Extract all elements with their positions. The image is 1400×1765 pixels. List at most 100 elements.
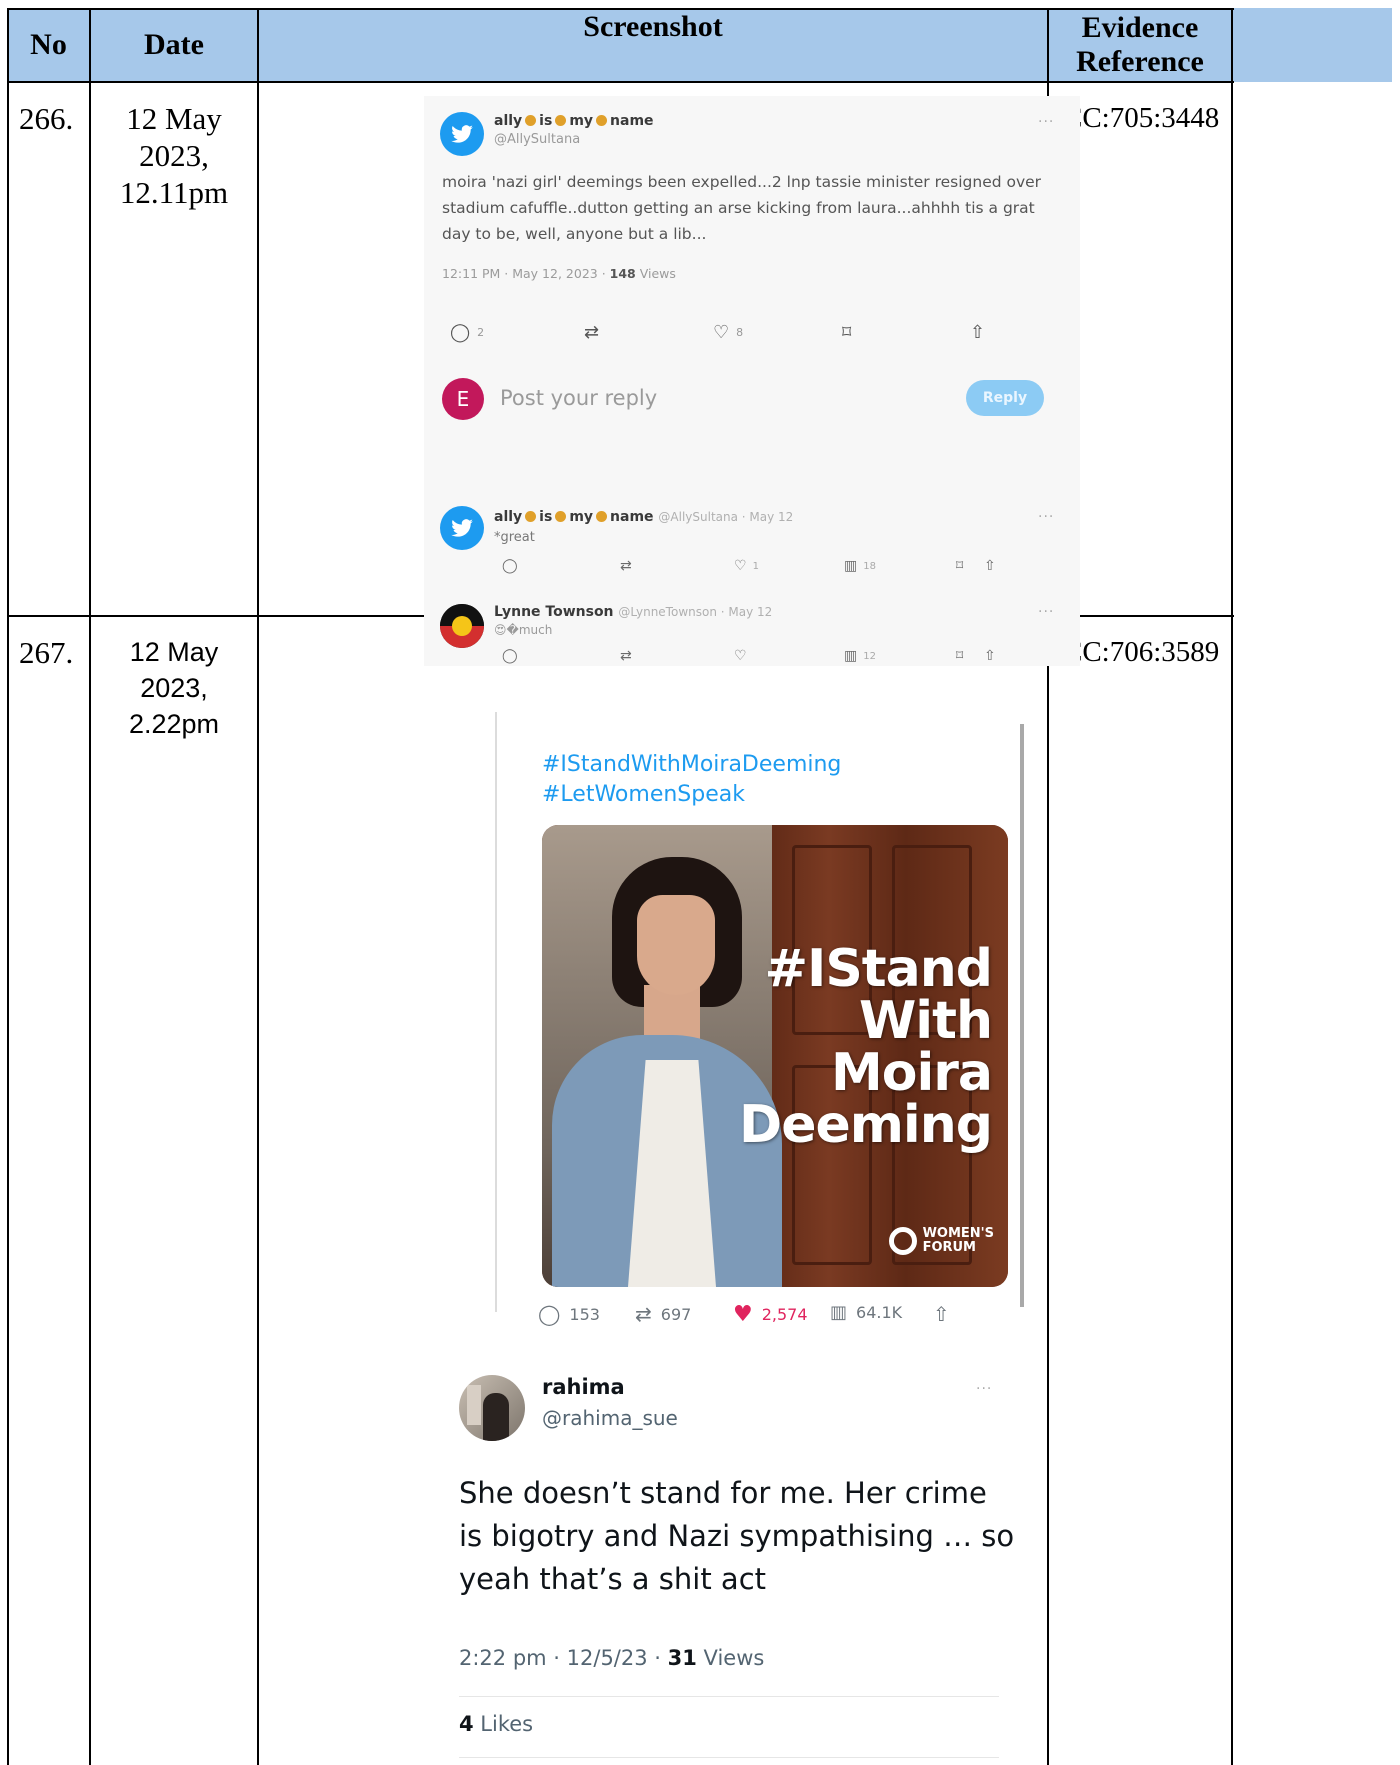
avatar[interactable] — [459, 1375, 525, 1441]
twitter-bird-avatar — [440, 112, 484, 156]
header-evidence-reference: Evidence Reference — [1076, 11, 1204, 78]
share-action[interactable]: ⇧ — [970, 322, 985, 343]
bookmark-action[interactable]: ⌑ — [842, 322, 851, 343]
bookmark-action[interactable]: ⌑ — [956, 558, 963, 574]
heart-icon: ♡ — [734, 648, 747, 664]
bird-icon — [451, 519, 473, 537]
retweet-icon: ⇄ — [635, 1302, 652, 1326]
views-action[interactable]: ▥ 12 — [844, 648, 876, 664]
reply-action[interactable]: ◯ 153 — [538, 1302, 600, 1326]
reply-likes[interactable]: 4 Likes — [459, 1712, 533, 1736]
views-icon: ▥ — [844, 648, 858, 664]
retweet-icon: ⇄ — [620, 558, 632, 574]
retweet-action[interactable]: ⇄ — [620, 558, 632, 574]
share-action[interactable]: ⇧ — [933, 1302, 950, 1326]
table-header-divider — [7, 81, 1234, 83]
reply-author-name[interactable]: Lynne Townson @LynneTownson · May 12 — [494, 604, 772, 620]
tweet-text: moira 'nazi girl' deemings been expelled… — [442, 173, 1042, 243]
views-action[interactable]: ▥ 18 — [844, 558, 876, 574]
header-date: Date — [144, 28, 204, 61]
reply-meta: 2:22 pm · 12/5/23 · 31 Views — [459, 1646, 765, 1670]
sun-emoji — [555, 511, 567, 522]
more-icon[interactable]: ··· — [1038, 509, 1054, 525]
reply-action[interactable]: ◯ — [502, 648, 518, 664]
bookmark-icon: ⌑ — [956, 648, 964, 664]
heart-icon: ♡ — [734, 558, 747, 574]
row-number: 267. — [19, 635, 74, 670]
divider — [459, 1757, 999, 1758]
author-handle[interactable]: @AllySultana — [494, 132, 580, 147]
logo-ring-icon — [888, 1227, 917, 1255]
bookmark-icon: ⌑ — [842, 322, 852, 343]
retweet-action[interactable]: ⇄ — [584, 322, 599, 343]
reply-icon: ◯ — [538, 1302, 561, 1326]
share-action[interactable]: ⇧ — [984, 648, 996, 664]
table-col-divider — [89, 8, 91, 1765]
tweet-screenshot: #IStandWithMoiraDeeming #LetWomenSpeak #… — [459, 712, 1039, 1765]
like-action[interactable]: ♡ — [734, 648, 747, 664]
reply-author-name[interactable]: ally is my name @AllySultana · May 12 — [494, 509, 793, 525]
heart-icon: ♡ — [713, 322, 730, 343]
reply-action[interactable]: ◯ 2 — [450, 322, 484, 343]
sun-emoji — [555, 115, 567, 126]
sun-emoji — [525, 511, 537, 522]
reply-button[interactable]: Reply — [966, 380, 1044, 416]
thread-line — [495, 712, 497, 1312]
share-icon: ⇧ — [933, 1302, 950, 1326]
more-icon[interactable]: ··· — [1038, 604, 1054, 620]
sun-emoji — [525, 115, 537, 126]
heart-icon: ♥ — [733, 1302, 753, 1327]
reply-text: *great — [494, 530, 535, 545]
reply-text: She doesn’t stand for me. Her crime is b… — [459, 1476, 1015, 1596]
retweet-icon: ⇄ — [584, 322, 600, 343]
retweet-action[interactable]: ⇄ 697 — [635, 1302, 691, 1326]
sun-emoji — [596, 511, 608, 522]
hashtag-link[interactable]: #LetWomenSpeak — [542, 782, 745, 807]
more-icon[interactable]: ··· — [976, 1381, 992, 1397]
retweet-action[interactable]: ⇄ — [620, 648, 632, 664]
scrollbar[interactable] — [1020, 724, 1024, 1307]
tweet-image[interactable]: #IStand With Moira Deeming WOMEN'S FORUM — [542, 825, 1008, 1287]
share-icon: ⇧ — [970, 322, 986, 343]
like-action[interactable]: ♡ 1 — [734, 558, 759, 574]
author-name[interactable]: ally is my name — [494, 113, 654, 129]
views-icon: ▥ — [844, 558, 858, 574]
share-action[interactable]: ⇧ — [984, 558, 996, 574]
share-icon: ⇧ — [984, 558, 996, 574]
table-col-divider — [257, 8, 259, 1765]
bird-icon — [451, 125, 473, 143]
reply-text: 😍�much — [494, 623, 553, 637]
like-action[interactable]: ♥ 2,574 — [733, 1302, 808, 1327]
reply-author-name[interactable]: rahima — [542, 1375, 625, 1399]
row-number: 266. — [19, 101, 74, 136]
hashtag-link[interactable]: #IStandWithMoiraDeeming — [542, 752, 841, 777]
reply-author-handle[interactable]: @rahima_sue — [542, 1406, 678, 1430]
tweet-stats: ◯ 153 ⇄ 697 ♥ 2,574 ▥ 64.1K ⇧ — [538, 1302, 1013, 1332]
table-border-top — [7, 8, 1234, 10]
reply-icon: ◯ — [502, 648, 518, 664]
row-date: 12 May 2023, 2.22pm — [128, 637, 220, 739]
reply-input[interactable]: Post your reply — [500, 386, 657, 410]
tweet-screenshot: ally is my name @AllySultana ··· moira 'naz… — [424, 96, 1080, 666]
retweet-icon: ⇄ — [620, 648, 632, 664]
divider — [459, 1696, 999, 1697]
views-icon: ▥ — [830, 1302, 848, 1323]
avatar — [440, 604, 484, 648]
share-icon: ⇧ — [984, 648, 996, 664]
sun-emoji — [596, 115, 608, 126]
womens-forum-logo: WOMEN'S FORUM — [888, 1227, 994, 1255]
reply-icon: ◯ — [450, 322, 471, 343]
evidence-reference: CC:706:3589 — [1063, 636, 1220, 668]
header-no: No — [30, 28, 67, 61]
bookmark-action[interactable]: ⌑ — [956, 648, 963, 664]
row-date: 12 May 2023, 12.11pm — [119, 101, 229, 210]
evidence-reference: CC:705:3448 — [1063, 102, 1220, 134]
reply-action[interactable]: ◯ — [502, 558, 518, 574]
table-border-right — [1231, 8, 1233, 1765]
more-icon[interactable]: ··· — [1038, 114, 1054, 130]
views-action[interactable]: ▥ 64.1K — [830, 1302, 902, 1323]
tweet-meta: 12:11 PM · May 12, 2023 · 148 Views — [442, 266, 676, 281]
bookmark-icon: ⌑ — [956, 558, 964, 574]
poster-title: #IStand With Moira Deeming — [739, 939, 993, 1155]
like-action[interactable]: ♡ 8 — [713, 322, 743, 343]
